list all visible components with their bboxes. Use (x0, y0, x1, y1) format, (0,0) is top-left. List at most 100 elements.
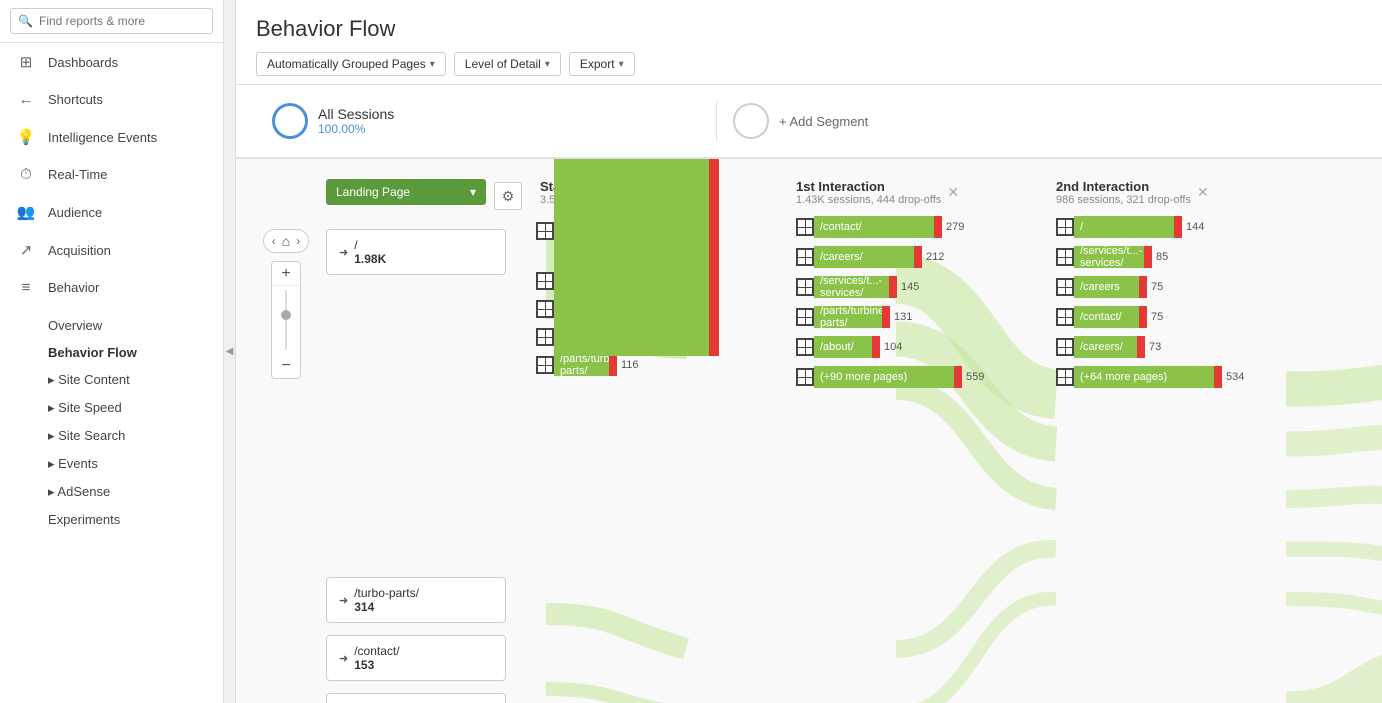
dashboard-icon: ⊞ (16, 53, 36, 71)
sidebar-collapse-handle[interactable]: ◀ (224, 0, 236, 703)
second-int-bar-services[interactable]: /services/t...-services/ 85 (1056, 246, 1296, 268)
nav-arrows[interactable]: ‹ ⌂ › (263, 229, 309, 253)
chevron-down-icon: ▾ (619, 59, 624, 70)
second-int-bar-root[interactable]: / 144 (1056, 216, 1296, 238)
first-interaction-header: 1st Interaction 1.43K sessions, 444 drop… (796, 179, 1036, 206)
starting-bar-parts[interactable]: /parts/turbine-parts/ 116 (536, 354, 746, 376)
chevron-down-icon: ▾ (545, 59, 550, 70)
second-int-bar-more[interactable]: (+64 more pages) 534 (1056, 366, 1296, 388)
export-dropdown[interactable]: Export ▾ (569, 52, 635, 76)
arrow-icon: ➜ (339, 594, 348, 607)
sidebar-item-overview[interactable]: Overview (0, 312, 223, 339)
segment-bar: All Sessions 100.00% + Add Segment (236, 85, 1382, 159)
arrow-icon: ➜ (339, 652, 348, 665)
starting-bar-green-root: / 2.01K (554, 159, 709, 356)
close-icon-2nd[interactable]: ✕ (1197, 184, 1209, 201)
starting-pages-col: Starting pages 3.54K sessions, 2.11K dro… (536, 179, 746, 376)
page-header: Behavior Flow Automatically Grouped Page… (236, 0, 1382, 85)
segment-info: All Sessions 100.00% (318, 106, 394, 136)
landing-node-root[interactable]: ➜ / 1.98K (326, 229, 506, 275)
sidebar-label-shortcuts: Shortcuts (48, 92, 103, 107)
second-interaction-header: 2nd Interaction 986 sessions, 321 drop-o… (1056, 179, 1296, 206)
zoom-handle (281, 310, 291, 320)
level-detail-dropdown[interactable]: Level of Detail ▾ (454, 52, 561, 76)
sidebar-item-audience[interactable]: 👥 Audience (0, 193, 223, 231)
landing-node-contact[interactable]: ➜ /contact/ 153 (326, 635, 506, 681)
behavior-sub-nav: Overview Behavior Flow ▸ Site Content ▸ … (0, 306, 223, 533)
search-icon: 🔍 (18, 14, 33, 28)
sidebar-item-adsense[interactable]: ▸ AdSense (0, 478, 223, 506)
segment-all-sessions: All Sessions 100.00% (256, 97, 716, 145)
sidebar-item-behavior-flow[interactable]: Behavior Flow (0, 339, 223, 366)
sidebar-item-dashboards[interactable]: ⊞ Dashboards (0, 43, 223, 81)
nav-left-icon[interactable]: ‹ (272, 234, 276, 248)
flow-controls: ‹ ⌂ › + − (256, 229, 316, 379)
sidebar: 🔍 ⊞ Dashboards ← Shortcuts 💡 Intelligenc… (0, 0, 224, 703)
sidebar-item-experiments[interactable]: Experiments (0, 506, 223, 533)
zoom-in-button[interactable]: + (272, 262, 300, 286)
landing-page-dropdown[interactable]: Landing Page ▾ (326, 179, 486, 205)
sidebar-item-behavior[interactable]: ≡ Behavior (0, 269, 223, 306)
segment-circle (272, 103, 308, 139)
audience-icon: 👥 (16, 203, 36, 221)
segment-empty-circle (733, 103, 769, 139)
starting-bar-root[interactable]: / 2.01K (536, 218, 746, 244)
chevron-down-icon: ▾ (430, 59, 435, 70)
add-segment-section: + Add Segment (717, 97, 1017, 145)
add-segment-button[interactable]: + Add Segment (779, 114, 868, 129)
search-input[interactable] (10, 8, 213, 34)
page-title: Behavior Flow (256, 16, 1362, 42)
chevron-down-icon: ▾ (470, 185, 476, 199)
second-int-bar-contact[interactable]: /contact/ 75 (1056, 306, 1296, 328)
shortcuts-icon: ← (16, 91, 36, 108)
sidebar-label-acquisition: Acquisition (48, 243, 111, 258)
close-icon[interactable]: ✕ (947, 184, 959, 201)
behavior-icon: ≡ (16, 279, 36, 296)
first-int-bar-about[interactable]: /about/ 104 (796, 336, 1036, 358)
landing-node-repairs[interactable]: ➜ /repairs/st...omponents/ 127 (326, 693, 506, 703)
sidebar-item-site-search[interactable]: ▸ Site Search (0, 422, 223, 450)
zoom-out-button[interactable]: − (272, 354, 300, 378)
sidebar-label-dashboards: Dashboards (48, 55, 118, 70)
grouped-pages-dropdown[interactable]: Automatically Grouped Pages ▾ (256, 52, 446, 76)
zoom-slider[interactable] (285, 290, 287, 350)
first-interaction-col: 1st Interaction 1.43K sessions, 444 drop… (796, 179, 1036, 388)
first-int-bar-careers[interactable]: /careers/ 212 (796, 246, 1036, 268)
toolbar: Automatically Grouped Pages ▾ Level of D… (256, 52, 1362, 76)
search-section: 🔍 (0, 0, 223, 43)
sidebar-label-realtime: Real-Time (48, 167, 107, 182)
first-int-bar-parts[interactable]: /parts/turbine-parts/ 131 (796, 306, 1036, 328)
acquisition-icon: ↗ (16, 241, 36, 259)
sidebar-item-events[interactable]: ▸ Events (0, 450, 223, 478)
sidebar-item-realtime[interactable]: ⏱ Real-Time (0, 156, 223, 193)
grid-icon (536, 222, 554, 240)
zoom-control: + − (271, 261, 301, 379)
landing-node-turbo[interactable]: ➜ /turbo-parts/ 314 (326, 577, 506, 623)
flow-canvas: ‹ ⌂ › + − La (236, 159, 1382, 703)
first-int-bar-contact[interactable]: /contact/ 279 (796, 216, 1036, 238)
sidebar-item-site-speed[interactable]: ▸ Site Speed (0, 394, 223, 422)
first-int-bar-more[interactable]: (+90 more pages) 559 (796, 366, 1036, 388)
sidebar-item-shortcuts[interactable]: ← Shortcuts (0, 81, 223, 118)
second-int-bar-careers-trailing[interactable]: /careers/ 73 (1056, 336, 1296, 358)
settings-button[interactable]: ⚙ (494, 182, 522, 210)
sidebar-label-audience: Audience (48, 205, 102, 220)
sidebar-label-behavior: Behavior (48, 280, 99, 295)
flow-area[interactable]: ‹ ⌂ › + − La (236, 159, 1382, 703)
sidebar-item-site-content[interactable]: ▸ Site Content (0, 366, 223, 394)
arrow-icon: ➜ (339, 246, 348, 259)
landing-page-col: Landing Page ▾ ⚙ ➜ / 1.98K (326, 179, 526, 703)
sidebar-item-intelligence[interactable]: 💡 Intelligence Events (0, 118, 223, 156)
nav-right-icon[interactable]: › (296, 234, 300, 248)
sidebar-item-acquisition[interactable]: ↗ Acquisition (0, 231, 223, 269)
sidebar-label-intelligence: Intelligence Events (48, 130, 157, 145)
realtime-icon: ⏱ (16, 166, 36, 183)
intelligence-icon: 💡 (16, 128, 36, 146)
segment-name: All Sessions (318, 106, 394, 122)
home-icon[interactable]: ⌂ (282, 233, 290, 249)
second-int-bar-careers-notrailing[interactable]: /careers 75 (1056, 276, 1296, 298)
second-interaction-col: 2nd Interaction 986 sessions, 321 drop-o… (1056, 179, 1296, 388)
main-content: Behavior Flow Automatically Grouped Page… (236, 0, 1382, 703)
segment-percentage: 100.00% (318, 122, 394, 136)
first-int-bar-services[interactable]: /services/t...-services/ 145 (796, 276, 1036, 298)
